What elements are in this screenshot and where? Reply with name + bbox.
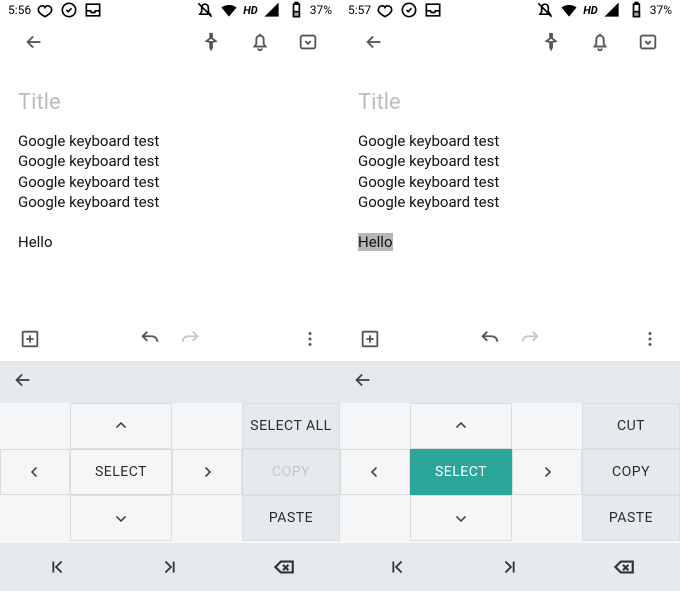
inbox-icon — [423, 0, 443, 20]
spacer-cell — [340, 495, 410, 541]
undo-button[interactable] — [470, 319, 510, 359]
battery-pct: 37% — [650, 3, 672, 17]
select-all-key[interactable]: SELECT ALL — [242, 403, 340, 449]
cursor-left-key[interactable] — [340, 449, 410, 495]
signal-icon — [602, 0, 622, 20]
sync-icon — [399, 0, 419, 20]
signal-icon — [262, 0, 282, 20]
spacer-cell — [172, 403, 242, 449]
backspace-key[interactable] — [227, 543, 340, 591]
note-toolbar — [340, 20, 680, 64]
archive-button[interactable] — [288, 22, 328, 62]
battery-pct: 37% — [310, 3, 332, 17]
note-line[interactable]: Google keyboard test — [18, 192, 322, 212]
status-time: 5:57 — [348, 3, 371, 17]
spacer-cell — [340, 403, 410, 449]
cursor-down-key[interactable] — [410, 495, 512, 541]
note-line[interactable]: Google keyboard test — [358, 131, 662, 151]
title-placeholder[interactable]: Title — [18, 90, 322, 115]
keyboard-back-button[interactable] — [12, 369, 34, 395]
select-key[interactable]: SELECT — [70, 449, 172, 495]
notifications-off-icon — [195, 0, 215, 20]
add-box-button[interactable] — [350, 319, 390, 359]
note-body[interactable]: Title Google keyboard test Google keyboa… — [340, 64, 680, 317]
inbox-icon — [83, 0, 103, 20]
spacer-cell — [172, 495, 242, 541]
hd-indicator: HD — [583, 4, 597, 17]
jump-end-key[interactable] — [113, 543, 226, 591]
wifi-icon — [559, 0, 579, 20]
note-line[interactable]: Google keyboard test — [358, 151, 662, 171]
redo-button[interactable] — [170, 319, 210, 359]
wifi-icon — [219, 0, 239, 20]
undo-button[interactable] — [130, 319, 170, 359]
title-placeholder[interactable]: Title — [358, 90, 662, 115]
heart-icon — [35, 0, 55, 20]
redo-button[interactable] — [510, 319, 550, 359]
paste-key[interactable]: PASTE — [582, 495, 680, 541]
status-bar: 5:57 HD 37% — [340, 0, 680, 20]
cursor-right-key[interactable] — [512, 449, 582, 495]
notifications-off-icon — [535, 0, 555, 20]
text-select-keyboard: SELECT ALL SELECT COPY PASTE — [0, 361, 340, 591]
cursor-up-key[interactable] — [70, 403, 172, 449]
copy-key[interactable]: COPY — [242, 449, 340, 495]
text-select-keyboard: CUT SELECT COPY PASTE — [340, 361, 680, 591]
copy-key[interactable]: COPY — [582, 449, 680, 495]
jump-end-key[interactable] — [453, 543, 566, 591]
note-bottom-bar — [0, 317, 340, 361]
cursor-down-key[interactable] — [70, 495, 172, 541]
status-bar: 5:56 HD 37% — [0, 0, 340, 20]
note-line[interactable]: Google keyboard test — [358, 192, 662, 212]
pin-button[interactable] — [532, 22, 572, 62]
phone-right: 5:57 HD 37% Title Google keyb — [340, 0, 680, 591]
note-line[interactable]: Google keyboard test — [358, 172, 662, 192]
jump-start-key[interactable] — [340, 543, 453, 591]
heart-icon — [375, 0, 395, 20]
keyboard-back-button[interactable] — [352, 369, 374, 395]
note-bottom-bar — [340, 317, 680, 361]
pin-button[interactable] — [192, 22, 232, 62]
spacer-cell — [512, 403, 582, 449]
note-line[interactable]: Hello — [18, 232, 322, 252]
note-line[interactable]: Google keyboard test — [18, 131, 322, 151]
cursor-right-key[interactable] — [172, 449, 242, 495]
archive-button[interactable] — [628, 22, 668, 62]
select-key-active[interactable]: SELECT — [410, 449, 512, 495]
back-button[interactable] — [354, 22, 394, 62]
battery-icon — [626, 0, 646, 20]
add-box-button[interactable] — [10, 319, 50, 359]
note-toolbar — [0, 20, 340, 64]
spacer-cell — [0, 495, 70, 541]
note-line[interactable]: Google keyboard test — [18, 151, 322, 171]
cursor-up-key[interactable] — [410, 403, 512, 449]
spacer-cell — [0, 403, 70, 449]
more-menu-button[interactable] — [290, 319, 330, 359]
note-body[interactable]: Title Google keyboard test Google keyboa… — [0, 64, 340, 317]
selected-text[interactable]: Hello — [358, 233, 393, 251]
cursor-left-key[interactable] — [0, 449, 70, 495]
reminder-button[interactable] — [240, 22, 280, 62]
hd-indicator: HD — [243, 4, 257, 17]
spacer-cell — [512, 495, 582, 541]
note-line-selected[interactable]: Hello — [358, 232, 662, 252]
battery-icon — [286, 0, 306, 20]
sync-icon — [59, 0, 79, 20]
backspace-key[interactable] — [567, 543, 680, 591]
note-line[interactable]: Google keyboard test — [18, 172, 322, 192]
more-menu-button[interactable] — [630, 319, 670, 359]
back-button[interactable] — [14, 22, 54, 62]
paste-key[interactable]: PASTE — [242, 495, 340, 541]
cut-key[interactable]: CUT — [582, 403, 680, 449]
reminder-button[interactable] — [580, 22, 620, 62]
phone-left: 5:56 HD 37% Title Google keyb — [0, 0, 340, 591]
jump-start-key[interactable] — [0, 543, 113, 591]
status-time: 5:56 — [8, 3, 31, 17]
